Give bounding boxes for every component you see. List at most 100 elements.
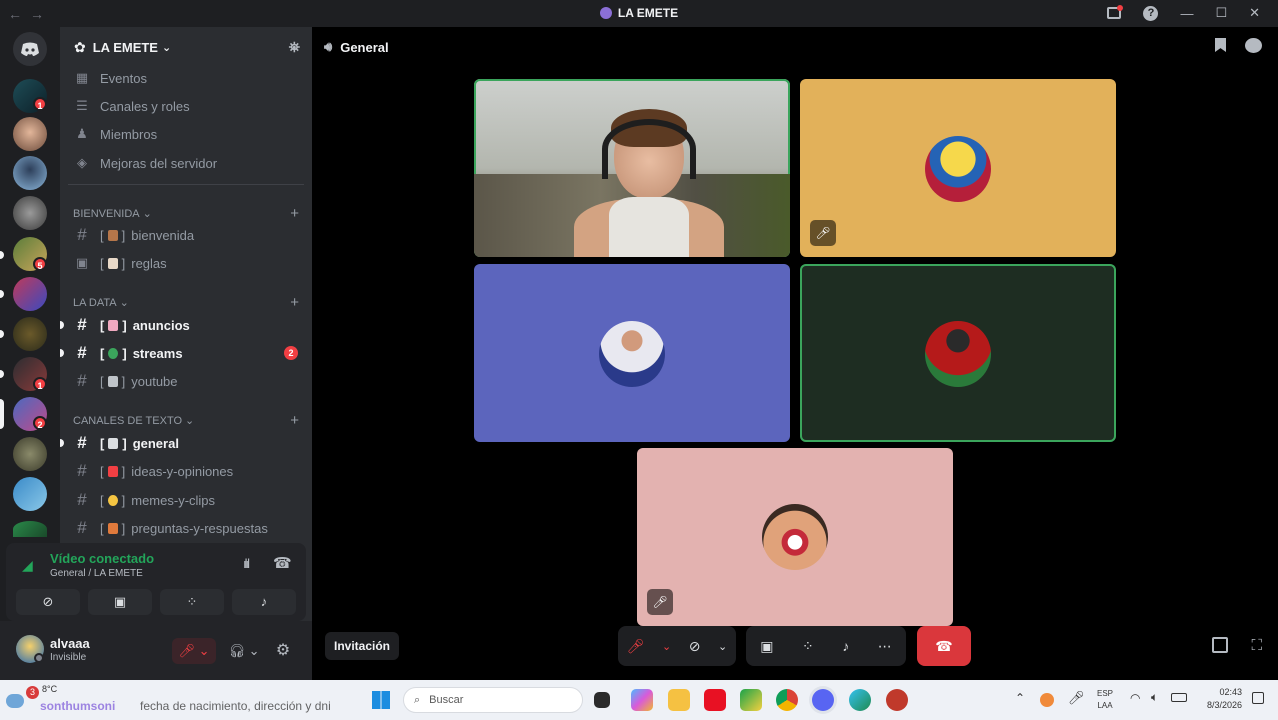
- file-explorer-icon[interactable]: [668, 689, 690, 711]
- tray-app-icon[interactable]: [1040, 693, 1054, 707]
- phone-hangup-icon: ☎: [935, 637, 953, 654]
- camera-options-chevron-icon[interactable]: ⌄: [718, 640, 727, 653]
- category-la-data[interactable]: LA DATA ⌄ +: [73, 294, 299, 311]
- clock[interactable]: 02:43 8/3/2026: [1198, 686, 1242, 712]
- server-icon-12[interactable]: [13, 521, 47, 537]
- channel-streams[interactable]: # [] streams 2: [72, 341, 304, 365]
- menu-events[interactable]: ▦ Eventos: [72, 66, 304, 90]
- microphone-tray-icon[interactable]: 🎤︎: [1068, 690, 1085, 706]
- add-member-icon[interactable]: ⛯: [289, 39, 300, 56]
- more-options-icon[interactable]: ⋯: [878, 638, 892, 655]
- news-ticker[interactable]: fecha de nacimiento, dirección y dni: [140, 699, 331, 713]
- chevron-down-icon: ⌄: [142, 208, 152, 220]
- hang-up-button[interactable]: ☎: [917, 626, 971, 666]
- activities-button[interactable]: ⁘: [160, 589, 224, 615]
- server-icon-11[interactable]: [13, 477, 47, 511]
- chevron-up-icon[interactable]: ⌃: [1015, 691, 1025, 705]
- weather-widget[interactable]: 3: [4, 684, 39, 714]
- voice-status-panel: ◢ Vídeo conectado General / LA EMETE ılı…: [6, 543, 306, 621]
- voice-location[interactable]: General / LA EMETE: [50, 568, 143, 579]
- mute-toggle-button[interactable]: 🎤︎: [627, 638, 645, 655]
- mic-options-chevron-icon[interactable]: ⌄: [662, 640, 671, 653]
- menu-server-boosts[interactable]: ◈ Mejoras del servidor: [72, 151, 304, 175]
- menu-members[interactable]: ♟ Miembros: [72, 122, 304, 146]
- volume-icon[interactable]: 🔈︎: [1151, 690, 1158, 705]
- store-app-icon[interactable]: [740, 689, 762, 711]
- channel-title: General: [340, 39, 389, 55]
- soundboard-button[interactable]: ♪: [842, 638, 849, 654]
- channel-general[interactable]: # [] general: [72, 431, 304, 455]
- channel-bienvenida[interactable]: # [] bienvenida: [72, 223, 304, 247]
- channel-name: bienvenida: [131, 227, 195, 243]
- activities-button[interactable]: ⁘: [802, 638, 814, 655]
- invite-button[interactable]: Invitación: [325, 632, 400, 660]
- bracket: ]: [122, 317, 127, 333]
- language-indicator[interactable]: ESP LAA: [1097, 688, 1113, 712]
- noise-suppression-icon[interactable]: ılıl: [243, 556, 250, 571]
- participant-tile[interactable]: [474, 264, 790, 442]
- mute-button[interactable]: 🎤︎ ⌄: [172, 638, 216, 664]
- wifi-icon[interactable]: ◠: [1130, 691, 1140, 705]
- discord-home-button[interactable]: [13, 32, 47, 66]
- settings-gear-icon[interactable]: ⚙: [272, 638, 294, 664]
- add-channel-icon[interactable]: +: [290, 412, 299, 429]
- channel-anuncios[interactable]: # [] anuncios: [72, 313, 304, 337]
- chrome-icon[interactable]: [776, 689, 798, 711]
- camera-toggle-button[interactable]: ⊘: [689, 638, 701, 655]
- server-icon-7[interactable]: [13, 317, 47, 351]
- server-icon-4[interactable]: [13, 196, 47, 230]
- menu-channels-roles[interactable]: ☰ Canales y roles: [72, 94, 304, 118]
- close-icon[interactable]: ✕: [1249, 5, 1260, 21]
- participant-tile[interactable]: 🎤︎: [637, 448, 953, 626]
- notifications-icon[interactable]: [1252, 692, 1264, 704]
- battery-icon[interactable]: [1171, 693, 1187, 702]
- disconnect-icon[interactable]: ☎: [273, 554, 292, 572]
- channel-memes-y-clips[interactable]: # [] memes-y-clips: [72, 488, 304, 512]
- category-canales-de-texto[interactable]: CANALES DE TEXTO ⌄ +: [73, 412, 299, 429]
- server-icon-6[interactable]: [13, 277, 47, 311]
- chevron-down-icon: ⌄: [161, 41, 172, 54]
- add-channel-icon[interactable]: +: [290, 205, 299, 222]
- guild-header[interactable]: ✿ LA EMETE ⌄ ⛯: [60, 27, 312, 67]
- search-input[interactable]: ⌕ Buscar: [403, 687, 583, 713]
- bracket: [: [100, 435, 105, 451]
- participant-tile[interactable]: 🎤︎: [800, 79, 1116, 257]
- deafen-button[interactable]: 🎧︎ ⌄: [222, 638, 266, 664]
- unread-dot: [60, 321, 64, 329]
- channel-name: anuncios: [132, 317, 190, 333]
- channel-reglas[interactable]: ▣ [] reglas: [72, 251, 304, 275]
- windows-start-icon[interactable]: [372, 691, 390, 709]
- bracket: [: [100, 227, 104, 243]
- toggle-camera-button[interactable]: ⊘: [16, 589, 80, 615]
- discord-taskbar-icon[interactable]: [812, 689, 834, 711]
- help-icon[interactable]: ?: [1143, 5, 1159, 21]
- participant-tile[interactable]: [800, 264, 1116, 442]
- news-app-icon[interactable]: [704, 689, 726, 711]
- chat-bubble-icon[interactable]: [1245, 38, 1262, 53]
- channel-preguntas-y-respuestas[interactable]: # [] preguntas-y-respuestas: [72, 516, 304, 540]
- copilot-icon[interactable]: [631, 689, 653, 711]
- share-screen-button[interactable]: ▣: [88, 589, 152, 615]
- maximize-icon[interactable]: ☐: [1215, 5, 1227, 21]
- fullscreen-icon[interactable]: ⛶: [1251, 637, 1262, 654]
- inbox-icon[interactable]: [1107, 5, 1124, 19]
- server-icon-2[interactable]: [13, 117, 47, 151]
- hash-icon: #: [77, 343, 87, 362]
- headphones-icon: [602, 119, 696, 179]
- soundboard-button[interactable]: ♪: [232, 589, 296, 615]
- pop-out-icon[interactable]: [1212, 637, 1228, 653]
- minimize-icon[interactable]: —: [1180, 6, 1193, 21]
- participant-video-tile[interactable]: [474, 79, 790, 257]
- channel-ideas-y-opiniones[interactable]: # [] ideas-y-opiniones: [72, 459, 304, 483]
- channel-youtube[interactable]: # [] youtube: [72, 369, 304, 393]
- bookmark-icon[interactable]: [1215, 38, 1226, 52]
- add-channel-icon[interactable]: +: [290, 294, 299, 311]
- screen-share-button[interactable]: ▣: [760, 638, 773, 655]
- edge-icon[interactable]: [849, 689, 871, 711]
- bracket: [: [100, 373, 104, 389]
- server-icon-10[interactable]: [13, 437, 47, 471]
- server-icon-3[interactable]: [13, 156, 47, 190]
- task-view-icon[interactable]: [594, 692, 610, 708]
- app-icon[interactable]: [886, 689, 908, 711]
- category-bienvenida[interactable]: BIENVENIDA ⌄ +: [73, 205, 299, 222]
